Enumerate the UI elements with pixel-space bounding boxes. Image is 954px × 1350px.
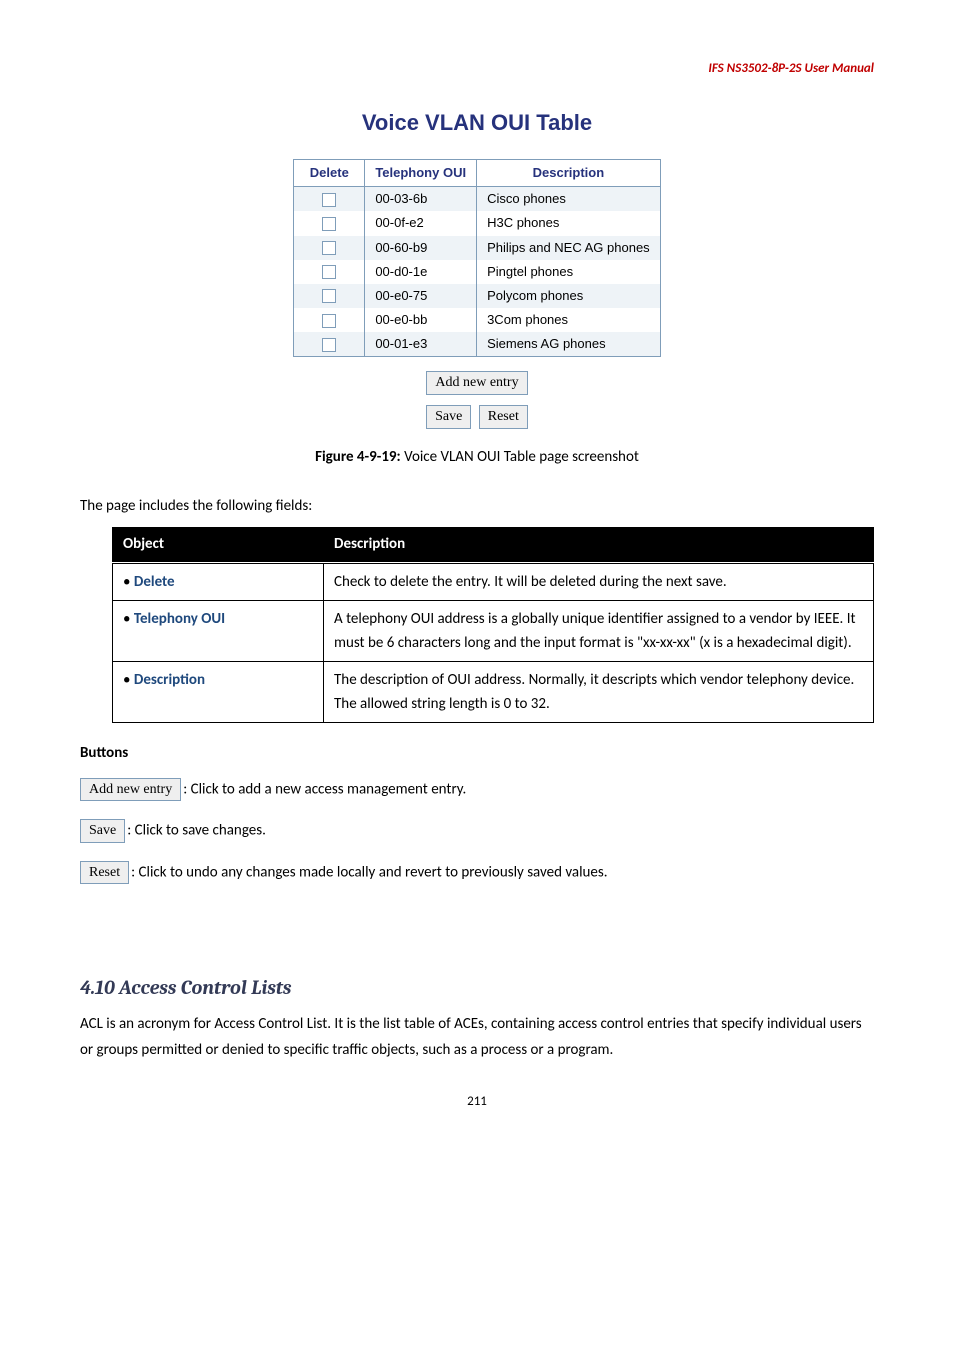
delete-checkbox[interactable] [322, 241, 336, 255]
section-410-heading: 4.10 Access Control Lists [80, 974, 874, 1002]
figure-caption: Figure 4-9-19: Voice VLAN OUI Table page… [80, 447, 874, 468]
description-table: Object Description • Delete Check to del… [112, 527, 874, 723]
voice-vlan-oui-title: Voice VLAN OUI Table [80, 108, 874, 139]
add-new-entry-button-inline[interactable]: Add new entry [80, 778, 181, 802]
table-row: 00-e0-75 Polycom phones [294, 284, 660, 308]
oui-cell: 00-e0-bb [365, 308, 477, 332]
buttons-heading: Buttons [80, 743, 874, 764]
table-row: • Telephony OUI A telephony OUI address … [113, 600, 874, 661]
figure-text: Voice VLAN OUI Table page screenshot [401, 448, 639, 466]
section-410-body: ACL is an acronym for Access Control Lis… [80, 1012, 874, 1063]
oui-cell: 00-0f-e2 [365, 211, 477, 235]
buttons-line-text: : Click to undo any changes made locally… [131, 863, 607, 881]
table-row: 00-e0-bb 3Com phones [294, 308, 660, 332]
add-new-entry-button[interactable]: Add new entry [426, 371, 527, 395]
table-row: • Delete Check to delete the entry. It w… [113, 562, 874, 600]
oui-desc-cell: H3C phones [477, 211, 661, 235]
table-row: 00-60-b9 Philips and NEC AG phones [294, 236, 660, 260]
figure-label: Figure 4-9-19: [315, 448, 401, 466]
table-row: 00-d0-1e Pingtel phones [294, 260, 660, 284]
oui-col-telephony: Telephony OUI [365, 159, 477, 186]
desc-text: The description of OUI address. Normally… [324, 661, 874, 722]
buttons-line: Save: Click to save changes. [80, 819, 874, 843]
oui-desc-cell: 3Com phones [477, 308, 661, 332]
delete-checkbox[interactable] [322, 314, 336, 328]
oui-cell: 00-01-e3 [365, 332, 477, 357]
oui-col-description: Description [477, 159, 661, 186]
oui-col-delete: Delete [294, 159, 365, 186]
oui-cell: 00-d0-1e [365, 260, 477, 284]
desc-label-delete: Delete [134, 573, 175, 591]
buttons-line-text: : Click to save changes. [127, 822, 266, 840]
desc-label-telephony-oui: Telephony OUI [134, 610, 225, 628]
oui-cell: 00-03-6b [365, 187, 477, 212]
delete-checkbox[interactable] [322, 217, 336, 231]
desc-text: A telephony OUI address is a globally un… [324, 600, 874, 661]
oui-cell: 00-60-b9 [365, 236, 477, 260]
desc-header-description: Description [324, 527, 874, 562]
table-row: 00-03-6b Cisco phones [294, 187, 660, 212]
table-row: 00-01-e3 Siemens AG phones [294, 332, 660, 357]
delete-checkbox[interactable] [322, 265, 336, 279]
delete-checkbox[interactable] [322, 193, 336, 207]
oui-desc-cell: Polycom phones [477, 284, 661, 308]
buttons-line: Reset: Click to undo any changes made lo… [80, 861, 874, 885]
page-header: IFS NS3502-8P-2S User Manual [80, 60, 874, 78]
delete-checkbox[interactable] [322, 289, 336, 303]
oui-desc-cell: Siemens AG phones [477, 332, 661, 357]
oui-desc-cell: Philips and NEC AG phones [477, 236, 661, 260]
page-number: 211 [80, 1093, 874, 1111]
buttons-line: Add new entry: Click to add a new access… [80, 778, 874, 802]
fields-intro: The page includes the following fields: [80, 496, 874, 517]
oui-desc-cell: Cisco phones [477, 187, 661, 212]
desc-label-description: Description [134, 671, 205, 689]
desc-header-object: Object [113, 527, 324, 562]
oui-table: Delete Telephony OUI Description 00-03-6… [293, 159, 660, 358]
save-button[interactable]: Save [426, 405, 471, 429]
oui-table-wrap: Delete Telephony OUI Description 00-03-6… [80, 159, 874, 429]
save-button-inline[interactable]: Save [80, 819, 125, 843]
oui-cell: 00-e0-75 [365, 284, 477, 308]
reset-button[interactable]: Reset [479, 405, 528, 429]
delete-checkbox[interactable] [322, 338, 336, 352]
reset-button-inline[interactable]: Reset [80, 861, 129, 885]
desc-text: Check to delete the entry. It will be de… [324, 562, 874, 600]
table-row: • Description The description of OUI add… [113, 661, 874, 722]
table-row: 00-0f-e2 H3C phones [294, 211, 660, 235]
buttons-line-text: : Click to add a new access management e… [183, 780, 466, 798]
oui-desc-cell: Pingtel phones [477, 260, 661, 284]
